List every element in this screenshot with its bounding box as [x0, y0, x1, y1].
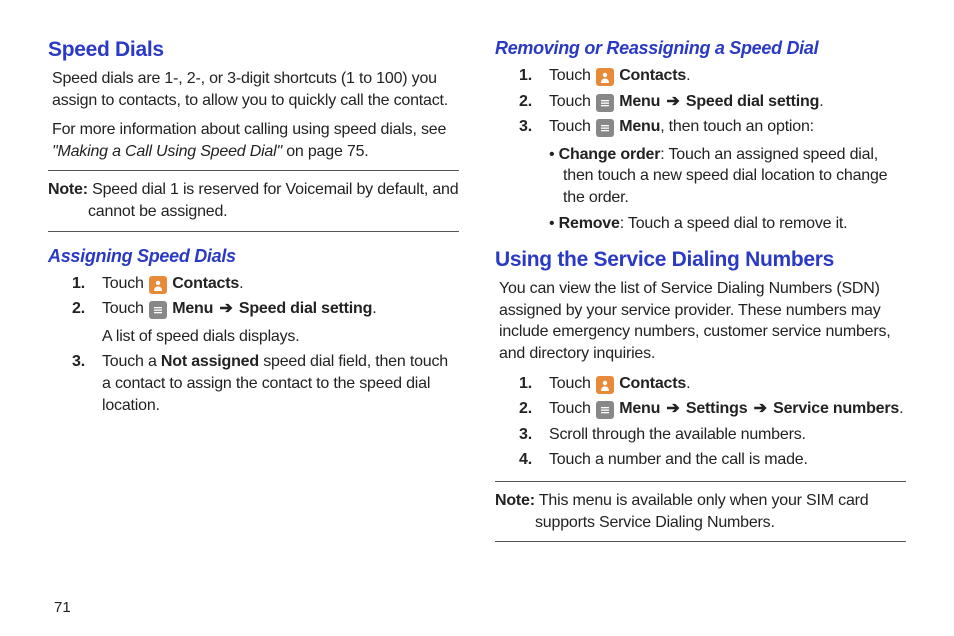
- text: : Touch a speed dial to remove it.: [620, 215, 848, 232]
- menu-icon: [596, 94, 614, 112]
- note-text: Note: This menu is available only when y…: [495, 490, 906, 533]
- text: Touch: [549, 118, 595, 135]
- service-numbers-label: Service numbers: [769, 400, 899, 417]
- contacts-icon: [596, 376, 614, 394]
- text: For more information about calling using…: [52, 121, 446, 138]
- para-sdn-desc: You can view the list of Service Dialing…: [499, 278, 906, 364]
- step-number: 1.: [519, 65, 532, 87]
- text: .: [899, 400, 903, 417]
- steps-sdn: 1. Touch Contacts. 2. Touch Menu ➔ Setti…: [495, 373, 906, 471]
- heading-sdn: Using the Service Dialing Numbers: [495, 248, 906, 272]
- note-cont: cannot be assigned.: [48, 201, 459, 223]
- step-number: 1.: [519, 373, 532, 395]
- step-1: 1. Touch Contacts.: [519, 373, 906, 395]
- dest-label: Speed dial setting: [682, 93, 820, 110]
- page-number: 71: [54, 599, 906, 616]
- text: Touch: [102, 300, 148, 317]
- step-number: 2.: [519, 398, 532, 420]
- menu-icon: [596, 401, 614, 419]
- step-number: 3.: [519, 424, 532, 446]
- text: Touch: [549, 400, 595, 417]
- note-text: Note: Speed dial 1 is reserved for Voice…: [48, 179, 459, 222]
- text: , then touch an option:: [660, 118, 814, 135]
- text: .: [239, 275, 243, 292]
- arrow-icon: ➔: [664, 400, 681, 417]
- menu-label: Menu: [615, 118, 660, 135]
- text: .: [686, 375, 690, 392]
- para-speed-ref: For more information about calling using…: [52, 119, 459, 162]
- contacts-label: Contacts: [615, 375, 686, 392]
- bullet-remove: • Remove: Touch a speed dial to remove i…: [549, 213, 906, 235]
- note-label: Note:: [495, 492, 535, 509]
- step-2: 2. Touch Menu ➔ Speed dial setting.: [519, 91, 906, 113]
- left-column: Speed Dials Speed dials are 1-, 2-, or 3…: [48, 38, 459, 583]
- heading-speed-dials: Speed Dials: [48, 38, 459, 62]
- text: Touch: [549, 375, 595, 392]
- step-1: 1. Touch Contacts.: [519, 65, 906, 87]
- contacts-icon: [149, 276, 167, 294]
- step-1: 1. Touch Contacts.: [72, 273, 459, 295]
- arrow-icon: ➔: [217, 300, 234, 317]
- contacts-label: Contacts: [168, 275, 239, 292]
- text: on page 75.: [282, 143, 369, 160]
- step-3: 3. Touch a Not assigned speed dial field…: [72, 351, 459, 416]
- step-3: 3. Scroll through the available numbers.: [519, 424, 906, 446]
- ref-link-text: "Making a Call Using Speed Dial": [52, 143, 282, 160]
- bullet-change-order: • Change order: Touch an assigned speed …: [549, 144, 906, 209]
- step-number: 3.: [72, 351, 85, 373]
- step-2-sub: A list of speed dials displays.: [102, 326, 459, 348]
- right-column: Removing or Reassigning a Speed Dial 1. …: [495, 38, 906, 583]
- menu-icon: [596, 119, 614, 137]
- text: Touch: [102, 275, 148, 292]
- text: Touch a: [102, 353, 161, 370]
- text: This menu is available only when your SI…: [535, 492, 869, 509]
- note-cont: supports Service Dialing Numbers.: [495, 512, 906, 534]
- step-number: 2.: [72, 298, 85, 320]
- step-2: 2. Touch Menu ➔ Speed dial setting. A li…: [72, 298, 459, 347]
- text: .: [686, 67, 690, 84]
- text: .: [819, 93, 823, 110]
- step-3: 3. Touch Menu, then touch an option: • C…: [519, 116, 906, 234]
- not-assigned-label: Not assigned: [161, 353, 259, 370]
- dest-label: Speed dial setting: [235, 300, 373, 317]
- content-columns: Speed Dials Speed dials are 1-, 2-, or 3…: [48, 38, 906, 583]
- bullet-label: Change order: [559, 146, 661, 163]
- heading-removing: Removing or Reassigning a Speed Dial: [495, 38, 906, 59]
- steps-removing: 1. Touch Contacts. 2. Touch Menu ➔ Speed…: [495, 65, 906, 234]
- para-speed-desc: Speed dials are 1-, 2-, or 3-digit short…: [52, 68, 459, 111]
- note-block-sdn: Note: This menu is available only when y…: [495, 481, 906, 542]
- menu-label: Menu: [615, 400, 664, 417]
- text: .: [372, 300, 376, 317]
- heading-assigning: Assigning Speed Dials: [48, 246, 459, 267]
- option-bullets: • Change order: Touch an assigned speed …: [549, 144, 906, 234]
- contacts-icon: [596, 68, 614, 86]
- steps-assigning: 1. Touch Contacts. 2. Touch Menu ➔ Speed…: [48, 273, 459, 417]
- step-number: 4.: [519, 449, 532, 471]
- step-number: 2.: [519, 91, 532, 113]
- bullet-label: Remove: [559, 215, 620, 232]
- arrow-icon: ➔: [752, 400, 769, 417]
- menu-label: Menu: [615, 93, 664, 110]
- menu-label: Menu: [168, 300, 217, 317]
- text: Touch: [549, 67, 595, 84]
- step-4: 4. Touch a number and the call is made.: [519, 449, 906, 471]
- step-number: 1.: [72, 273, 85, 295]
- step-number: 3.: [519, 116, 532, 138]
- text: Touch a number and the call is made.: [549, 451, 808, 468]
- text: Touch: [549, 93, 595, 110]
- note-block: Note: Speed dial 1 is reserved for Voice…: [48, 170, 459, 231]
- settings-label: Settings: [682, 400, 752, 417]
- text: Speed dial 1 is reserved for Voicemail b…: [88, 181, 459, 198]
- text: Scroll through the available numbers.: [549, 426, 806, 443]
- note-label: Note:: [48, 181, 88, 198]
- step-2: 2. Touch Menu ➔ Settings ➔ Service numbe…: [519, 398, 906, 420]
- contacts-label: Contacts: [615, 67, 686, 84]
- arrow-icon: ➔: [664, 93, 681, 110]
- menu-icon: [149, 301, 167, 319]
